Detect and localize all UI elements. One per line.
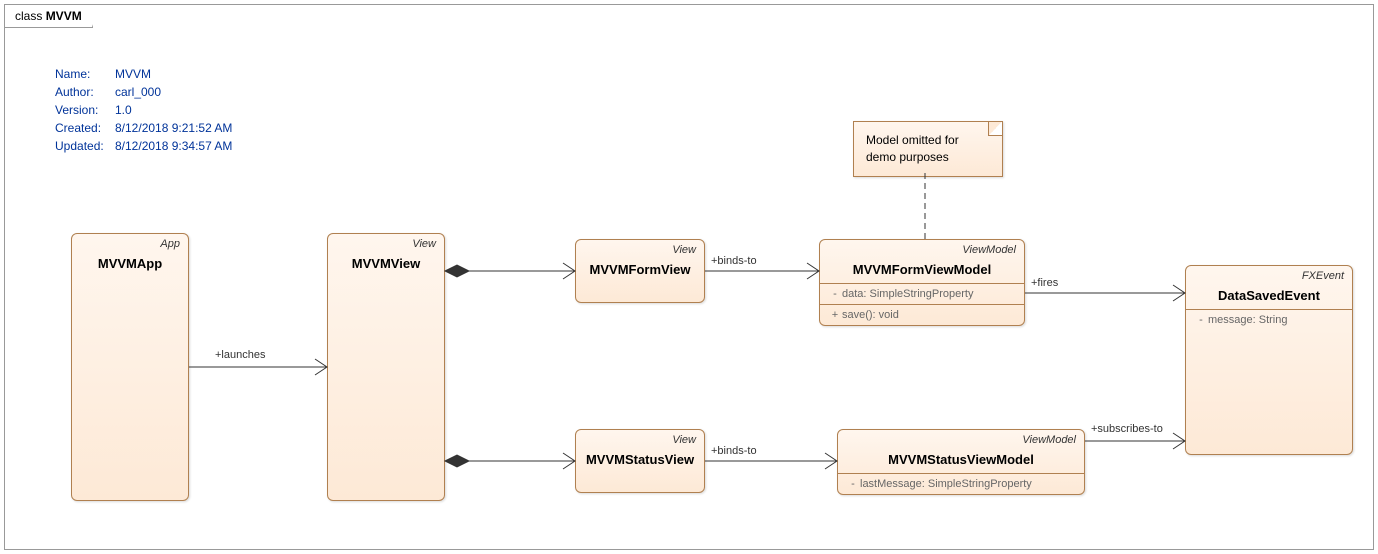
arrow-subscribes: [1173, 433, 1185, 449]
class-datasavedevent: FXEvent DataSavedEvent -message: String: [1185, 265, 1353, 455]
meta-name: MVVM: [115, 65, 151, 83]
diamond-statusview: [445, 455, 469, 467]
stereo-statusview: View: [672, 434, 696, 446]
class-mvvmstatusview: View MVVMStatusView: [575, 429, 705, 493]
meta-author-label: Author:: [55, 83, 115, 101]
diagram-metadata: Name:MVVM Author:carl_000 Version:1.0 Cr…: [55, 65, 232, 155]
arrow-formview: [563, 263, 575, 279]
frame-name: MVVM: [46, 9, 82, 23]
meta-created-label: Created:: [55, 119, 115, 137]
class-mvvmstatusviewmodel: ViewModel MVVMStatusViewModel -lastMessa…: [837, 429, 1085, 495]
label-subscribes-to: +subscribes-to: [1091, 423, 1163, 435]
stereo-formvm: ViewModel: [962, 244, 1016, 256]
arrow-binds-status: [825, 453, 837, 469]
uml-note: Model omitted for demo purposes: [853, 121, 1003, 177]
meta-version-label: Version:: [55, 101, 115, 119]
arrow-binds-form: [807, 263, 819, 279]
note-line1: Model omitted for: [866, 132, 990, 149]
class-mvvmformview: View MVVMFormView: [575, 239, 705, 303]
label-launches: +launches: [215, 349, 265, 361]
meta-created: 8/12/2018 9:21:52 AM: [115, 119, 232, 137]
stereo-statusvm: ViewModel: [1022, 434, 1076, 446]
label-binds-to-1: +binds-to: [711, 255, 757, 267]
arrow-statusview: [563, 453, 575, 469]
note-line2: demo purposes: [866, 149, 990, 166]
frame-type: class: [15, 9, 42, 23]
note-fold-icon: [988, 122, 1002, 136]
label-fires: +fires: [1031, 277, 1058, 289]
stereo-view: View: [412, 238, 436, 250]
diagram-frame: class MVVM Name:MVVM Author:carl_000 Ver…: [4, 4, 1374, 550]
class-mvvmformviewmodel: ViewModel MVVMFormViewModel -data: Simpl…: [819, 239, 1025, 326]
meta-version: 1.0: [115, 101, 132, 119]
class-mvvmapp: App MVVMApp: [71, 233, 189, 501]
stereo-event: FXEvent: [1302, 270, 1344, 282]
stereo-formview: View: [672, 244, 696, 256]
formvm-attr: -data: SimpleStringProperty: [820, 284, 1024, 304]
frame-tab: class MVVM: [4, 4, 93, 28]
meta-author: carl_000: [115, 83, 161, 101]
diamond-formview: [445, 265, 469, 277]
class-mvvmview: View MVVMView: [327, 233, 445, 501]
statusvm-attr: -lastMessage: SimpleStringProperty: [838, 474, 1084, 494]
event-attr: -message: String: [1186, 310, 1352, 330]
stereo-app: App: [160, 238, 180, 250]
arrow-fires: [1173, 285, 1185, 301]
meta-name-label: Name:: [55, 65, 115, 83]
meta-updated-label: Updated:: [55, 137, 115, 155]
arrow-launches: [315, 359, 327, 375]
formvm-op: +save(): void: [820, 305, 1024, 325]
label-binds-to-2: +binds-to: [711, 445, 757, 457]
meta-updated: 8/12/2018 9:34:57 AM: [115, 137, 232, 155]
